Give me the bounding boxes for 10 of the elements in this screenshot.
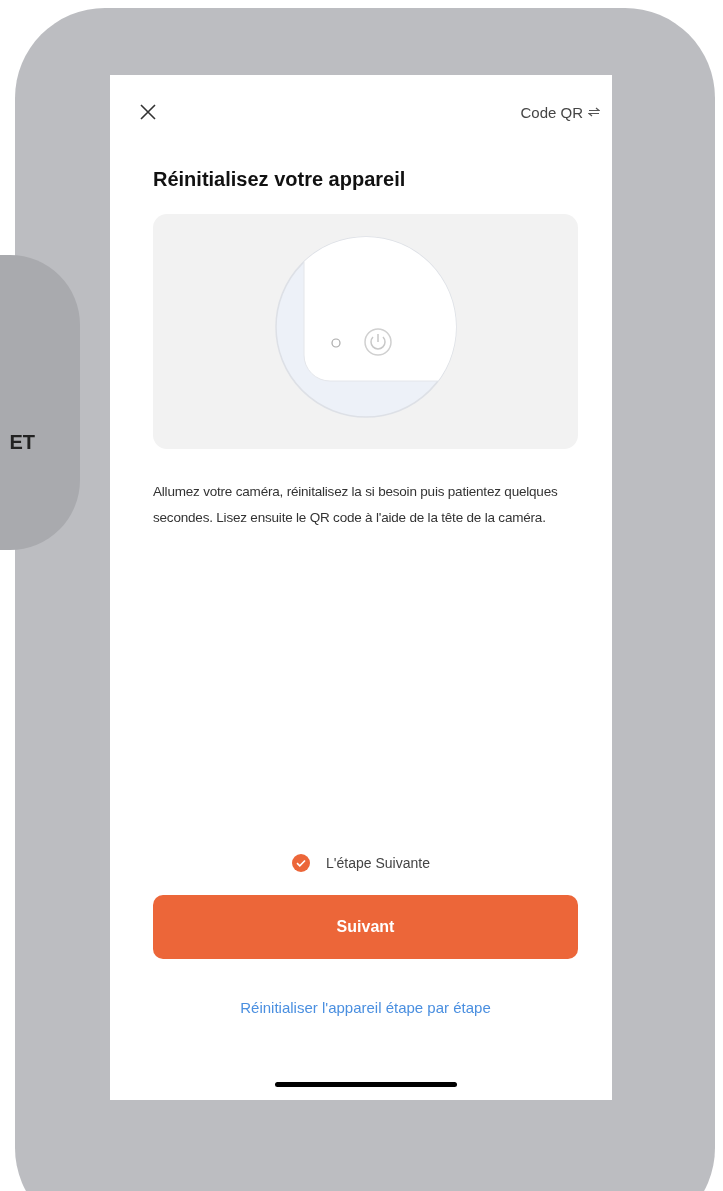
- instruction-text: Allumez votre caméra, réinitalisez la si besoin puis patientez quelques secondes. Lisez ensuite le QR code à l'aide de la tête de la caméra.: [153, 483, 559, 527]
- next-button[interactable]: Suivant: [153, 895, 578, 959]
- step-by-step-link[interactable]: Réinitialiser l'appareil étape par étape: [240, 999, 491, 1016]
- side-tab-label: ET: [9, 430, 35, 454]
- page-title: Réinitialisez votre appareil: [153, 167, 407, 192]
- swap-arrows-icon: [588, 107, 600, 117]
- close-icon[interactable]: [140, 104, 156, 120]
- confirm-label: L'étape Suivante: [326, 855, 430, 871]
- qr-code-button[interactable]: Code QR: [520, 103, 600, 121]
- check-icon[interactable]: [291, 853, 312, 873]
